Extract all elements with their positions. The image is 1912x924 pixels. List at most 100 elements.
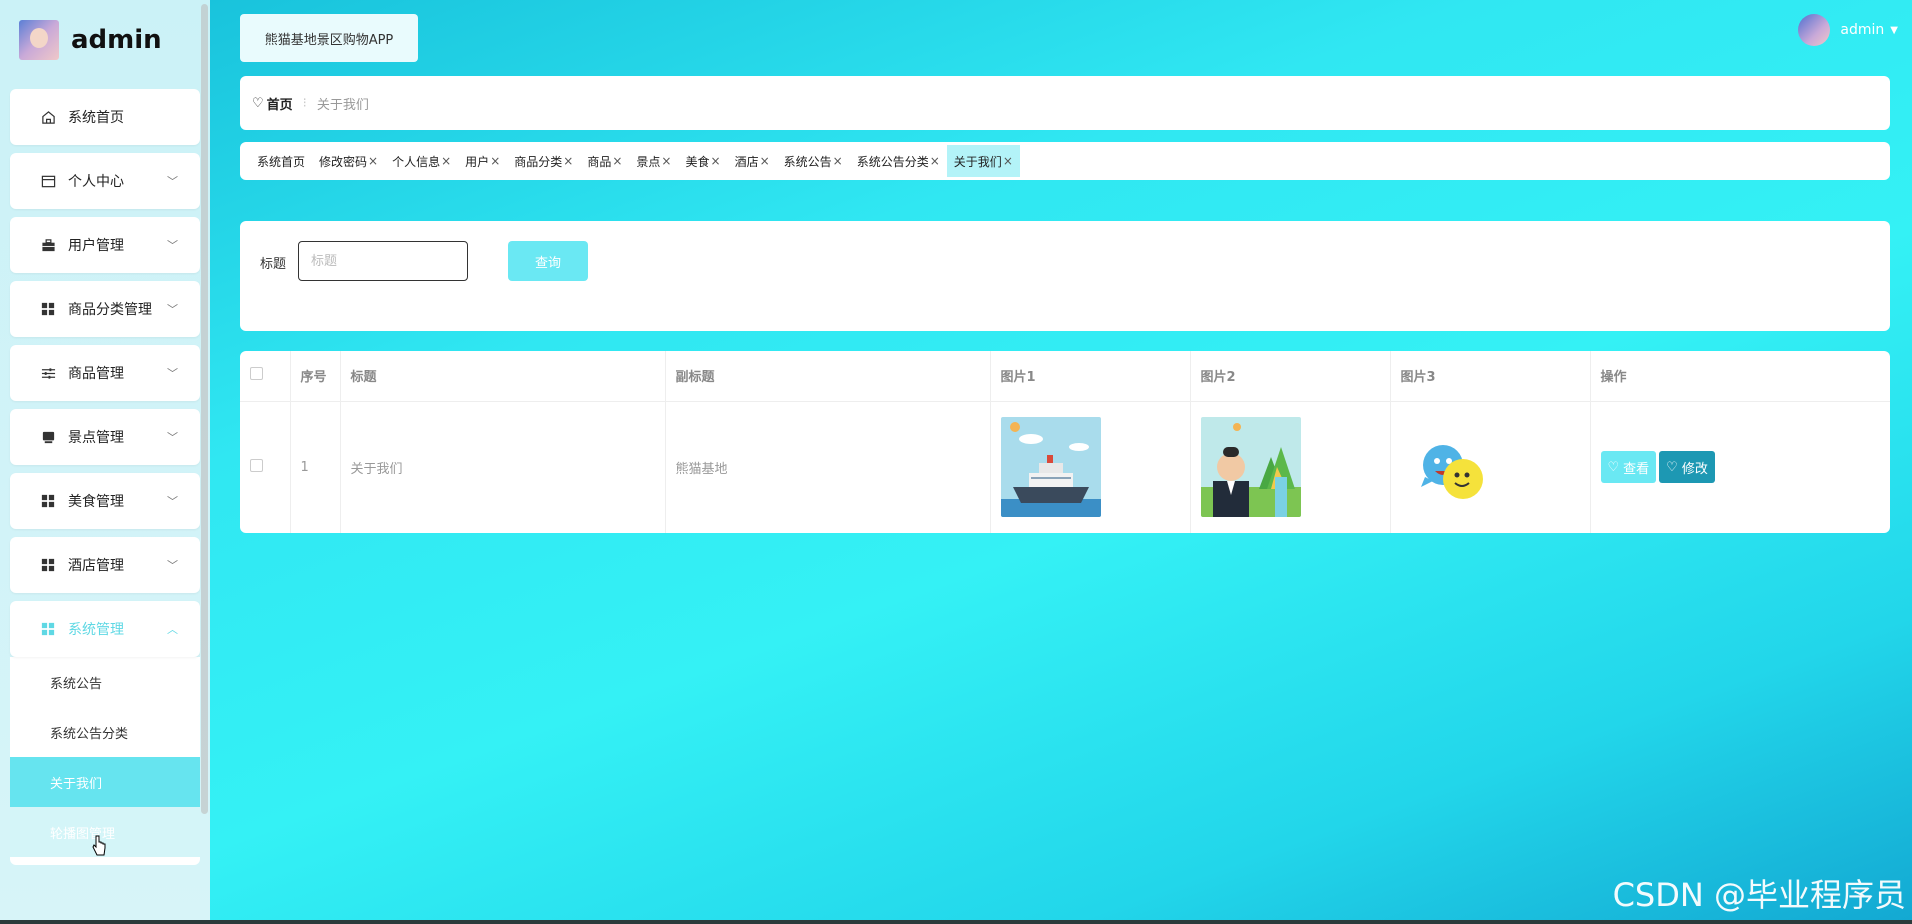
close-icon[interactable]: ×: [661, 154, 671, 168]
tag-change-password[interactable]: 修改密码 ×: [312, 145, 385, 177]
sidebar-scrollbar[interactable]: [201, 4, 208, 814]
admin-avatar: [19, 20, 59, 60]
emoji-image[interactable]: [1400, 417, 1501, 517]
sidebar-item-home[interactable]: 系统首页: [10, 89, 200, 145]
watermark: CSDN @毕业程序员: [1612, 876, 1906, 914]
tag-label: 酒店: [734, 154, 759, 169]
close-icon[interactable]: ×: [441, 154, 451, 168]
view-button-label: 查看: [1623, 461, 1650, 477]
heart-icon: ♡: [1666, 459, 1678, 475]
tag-label: 系统首页: [257, 154, 306, 169]
select-all-checkbox[interactable]: [250, 367, 263, 381]
sidebar-item-hotels[interactable]: 酒店管理 ﹀: [10, 537, 200, 593]
tag-announcements[interactable]: 系统公告 ×: [777, 145, 850, 177]
home-icon: [40, 109, 56, 125]
chevron-down-icon: ﹀: [167, 559, 178, 572]
sidebar-item-users[interactable]: 用户管理 ﹀: [10, 217, 200, 273]
tag-label: 系统公告: [783, 154, 832, 169]
chevron-down-icon: ﹀: [167, 495, 178, 508]
submenu-item-announcements[interactable]: 系统公告: [10, 657, 200, 707]
main-content: 熊猫基地景区购物APP admin ▼ ♡ 首页 ⁝ 关于我们 系统首页 修改密…: [210, 0, 1912, 924]
briefcase-icon: [40, 237, 56, 253]
breadcrumb-home[interactable]: ♡ 首页: [252, 94, 293, 113]
tag-product-category[interactable]: 商品分类 ×: [507, 145, 580, 177]
select-all-cell: [240, 351, 291, 402]
sidebar-item-system[interactable]: 系统管理 ︿: [10, 601, 200, 657]
title-search-input[interactable]: [298, 241, 468, 281]
user-avatar: [1798, 14, 1831, 46]
ship-image[interactable]: [1000, 417, 1101, 517]
sidebar-item-personal-center[interactable]: 个人中心 ﹀: [10, 153, 200, 209]
chevron-down-icon: ﹀: [167, 431, 178, 444]
row-index: 1: [290, 401, 341, 533]
actions-cell: ♡ 查看 ♡ 修改: [1590, 401, 1890, 533]
tag-home[interactable]: 系统首页: [250, 145, 312, 177]
close-icon[interactable]: ×: [833, 154, 843, 168]
close-icon[interactable]: ×: [563, 154, 573, 168]
tag-label: 美食: [685, 154, 710, 169]
image2-cell: [1190, 401, 1391, 533]
search-label: 标题: [260, 257, 287, 272]
close-icon[interactable]: ×: [490, 154, 500, 168]
sidebar-item-label: 商品管理: [68, 366, 124, 382]
card-icon: [40, 173, 56, 189]
row-checkbox[interactable]: [250, 458, 263, 472]
tag-label: 修改密码: [319, 154, 368, 169]
tag-personal-info[interactable]: 个人信息 ×: [385, 145, 458, 177]
view-button[interactable]: ♡ 查看: [1600, 451, 1657, 483]
close-icon[interactable]: ×: [368, 154, 378, 168]
column-header: 图片3: [1390, 351, 1591, 402]
breadcrumb: ♡ 首页 ⁝ 关于我们: [240, 76, 1890, 130]
tag-label: 关于我们: [953, 154, 1002, 169]
row-title: 关于我们: [340, 401, 666, 533]
tag-about-us[interactable]: 关于我们 ×: [946, 145, 1020, 177]
hand-cursor-icon: [92, 835, 106, 856]
row-subtitle: 熊猫基地: [665, 401, 991, 533]
submenu-item-announcement-categories[interactable]: 系统公告分类: [10, 707, 200, 757]
grid-icon: [40, 621, 56, 637]
column-header: 操作: [1590, 351, 1890, 402]
sidebar-item-food[interactable]: 美食管理 ﹀: [10, 473, 200, 529]
heart-icon: ♡: [252, 95, 264, 111]
heart-icon: ♡: [1607, 459, 1620, 475]
tag-food[interactable]: 美食 ×: [678, 145, 727, 177]
edit-button[interactable]: ♡ 修改: [1659, 451, 1715, 483]
sidebar-item-label: 系统管理: [68, 622, 124, 638]
monitor-icon: [40, 429, 56, 445]
search-button[interactable]: 查询: [508, 241, 588, 281]
column-header: 图片2: [1190, 351, 1391, 402]
user-name: admin: [1840, 22, 1885, 38]
submenu-item-about-us[interactable]: 关于我们: [10, 757, 200, 807]
close-icon[interactable]: ×: [930, 154, 940, 168]
close-icon[interactable]: ×: [760, 154, 770, 168]
tag-label: 商品分类: [514, 154, 563, 169]
tags-view-bar: 系统首页 修改密码 × 个人信息 × 用户 × 商品分类 × 商品 × 景点 × 美食 × 酒…: [240, 142, 1890, 180]
sidebar-item-label: 商品分类管理: [68, 302, 152, 318]
bottom-strip: [0, 920, 1912, 924]
app-title-tab[interactable]: 熊猫基地景区购物APP: [240, 14, 418, 62]
table-row: 1 关于我们 熊猫基地 ♡ 查看 ♡ 修改: [240, 401, 1890, 533]
image1-cell: [990, 401, 1191, 533]
close-icon[interactable]: ×: [612, 154, 622, 168]
column-header: 标题: [340, 351, 666, 402]
tag-users[interactable]: 用户 ×: [458, 145, 507, 177]
sidebar-item-product-category[interactable]: 商品分类管理 ﹀: [10, 281, 200, 337]
sidebar-menu: 系统首页 个人中心 ﹀ 用户管理 ﹀ 商品分类管理 ﹀ 商品管理 ﹀ 景点管理 …: [10, 89, 200, 865]
tag-hotels[interactable]: 酒店 ×: [728, 145, 777, 177]
sidebar-item-label: 酒店管理: [68, 558, 124, 574]
sidebar-item-label: 美食管理: [68, 494, 124, 510]
caret-down-icon: ▼: [1890, 24, 1898, 36]
close-icon[interactable]: ×: [1003, 154, 1013, 168]
tag-products[interactable]: 商品 ×: [580, 145, 629, 177]
tag-attractions[interactable]: 景点 ×: [629, 145, 678, 177]
tag-label: 景点: [636, 154, 661, 169]
tag-announcement-categories[interactable]: 系统公告分类 ×: [850, 145, 947, 177]
grid-icon: [40, 557, 56, 573]
close-icon[interactable]: ×: [711, 154, 721, 168]
breadcrumb-current: 关于我们: [316, 97, 369, 113]
park-image[interactable]: [1200, 417, 1301, 517]
user-menu[interactable]: admin ▼: [1798, 14, 1898, 46]
sidebar-item-attractions[interactable]: 景点管理 ﹀: [10, 409, 200, 465]
table-header-row: 序号 标题 副标题 图片1 图片2 图片3 操作: [240, 351, 1890, 402]
sidebar-item-products[interactable]: 商品管理 ﹀: [10, 345, 200, 401]
